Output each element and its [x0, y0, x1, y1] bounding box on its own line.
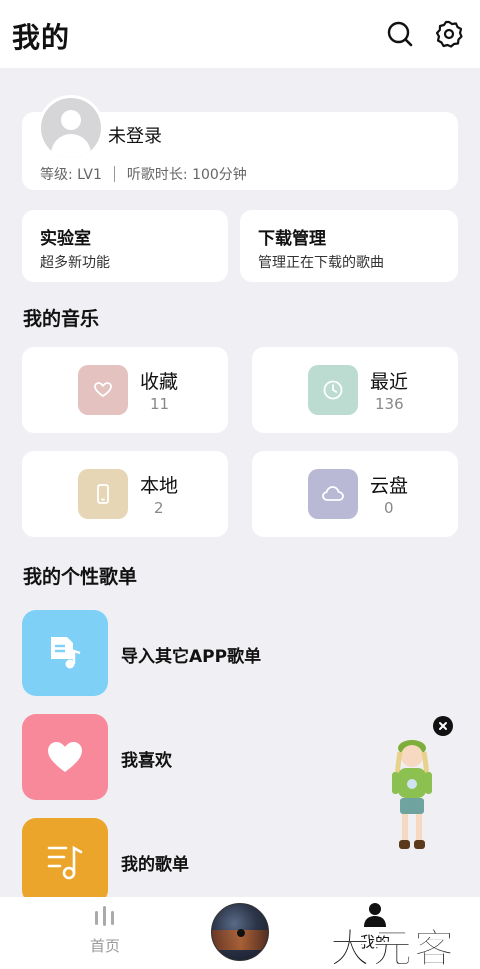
search-icon[interactable] — [384, 18, 416, 50]
watermark-text: 大元客 — [330, 926, 456, 969]
lab-title: 实验室 — [40, 229, 91, 249]
my-playlist-label[interactable]: 我的歌单 — [121, 850, 189, 875]
waveform-icon — [95, 906, 114, 926]
heart-icon[interactable] — [22, 714, 108, 800]
top-bar: 我的 — [0, 0, 480, 68]
download-subtitle: 管理正在下载的歌曲 — [258, 255, 384, 271]
recent-label: 最近 — [370, 371, 409, 393]
cloud-icon — [308, 469, 358, 519]
clock-icon — [308, 365, 358, 415]
my-music-title: 我的音乐 — [23, 308, 100, 330]
cloud-drive-count: 0 — [384, 499, 394, 517]
heart-icon — [78, 365, 128, 415]
cloud-drive-label: 云盘 — [370, 475, 409, 497]
import-music-icon[interactable] — [22, 610, 108, 696]
lab-card[interactable]: 实验室 超多新功能 — [22, 210, 228, 282]
cloud-drive-tile[interactable]: 云盘 0 — [252, 451, 458, 537]
floating-character[interactable] — [382, 736, 442, 858]
close-icon[interactable] — [433, 716, 453, 736]
download-title: 下载管理 — [258, 229, 326, 249]
favorites-tile[interactable]: 收藏 11 — [22, 347, 228, 433]
phone-icon — [78, 469, 128, 519]
local-count: 2 — [154, 499, 164, 517]
now-playing-disc[interactable] — [211, 903, 269, 961]
recent-count: 136 — [375, 395, 404, 413]
liked-songs-label[interactable]: 我喜欢 — [121, 746, 172, 771]
settings-gear-icon[interactable] — [433, 18, 465, 50]
music-list-icon[interactable] — [22, 818, 108, 904]
favorites-count: 11 — [150, 395, 170, 413]
divider — [113, 166, 115, 182]
login-status[interactable]: 未登录 — [108, 122, 162, 148]
playlists-title: 我的个性歌单 — [23, 566, 138, 588]
page-title: 我的 — [12, 21, 71, 54]
favorites-label: 收藏 — [140, 371, 179, 393]
tab-home-label: 首页 — [89, 937, 120, 955]
tab-home[interactable]: 首页 — [80, 905, 130, 956]
avatar[interactable] — [38, 95, 104, 161]
local-label: 本地 — [140, 475, 179, 497]
import-playlist-label[interactable]: 导入其它APP歌单 — [121, 642, 261, 667]
lab-subtitle: 超多新功能 — [40, 255, 110, 271]
local-tile[interactable]: 本地 2 — [22, 451, 228, 537]
profile-meta: 等级: LV1 听歌时长: 100分钟 — [40, 164, 247, 184]
listen-time: 听歌时长: 100分钟 — [126, 167, 247, 183]
user-level: 等级: LV1 — [40, 167, 102, 183]
recent-tile[interactable]: 最近 136 — [252, 347, 458, 433]
download-manager-card[interactable]: 下载管理 管理正在下载的歌曲 — [240, 210, 458, 282]
